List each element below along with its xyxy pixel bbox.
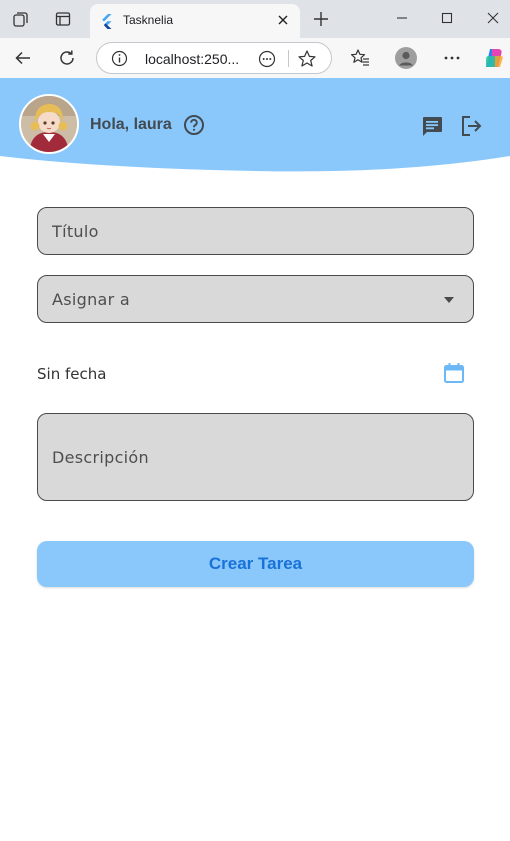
avatar[interactable] [19, 94, 79, 154]
minimize-icon[interactable] [390, 8, 414, 28]
close-window-icon[interactable] [481, 8, 505, 28]
new-tab-icon[interactable] [311, 9, 331, 29]
more-options-icon[interactable] [257, 49, 277, 69]
copilot-icon[interactable] [482, 46, 506, 70]
browser-address-bar: localhost:250... [0, 38, 510, 78]
chat-icon[interactable] [420, 114, 444, 138]
address-field[interactable]: localhost:250... [96, 42, 332, 74]
site-info-icon[interactable] [111, 50, 128, 67]
favorite-star-icon[interactable] [297, 49, 317, 69]
app-header: Hola, laura [0, 78, 510, 174]
tab-title: Tasknelia [123, 13, 174, 27]
description-input[interactable]: Descripción [37, 413, 474, 501]
assign-label: Asignar a [52, 290, 130, 309]
profile-icon[interactable] [394, 46, 418, 70]
workspaces-icon[interactable] [11, 9, 31, 29]
greeting-text: Hola, laura [90, 116, 172, 133]
due-date-text: Sin fecha [37, 365, 107, 383]
calendar-icon[interactable] [442, 361, 466, 385]
maximize-icon[interactable] [435, 8, 459, 28]
browser-tab[interactable]: Tasknelia [90, 4, 300, 38]
help-icon[interactable] [183, 114, 205, 136]
title-input[interactable]: Título [37, 207, 474, 255]
settings-more-icon[interactable] [440, 46, 464, 70]
title-label: Título [52, 222, 99, 241]
create-task-button[interactable]: Crear Tarea [37, 541, 474, 587]
description-label: Descripción [52, 448, 149, 467]
favorites-icon[interactable] [348, 46, 372, 70]
chevron-down-icon [444, 297, 454, 303]
assign-dropdown[interactable]: Asignar a [37, 275, 474, 323]
refresh-icon[interactable] [55, 46, 79, 70]
close-tab-icon[interactable] [274, 11, 292, 29]
logout-icon[interactable] [459, 114, 483, 138]
flutter-favicon [102, 14, 112, 29]
back-icon[interactable] [11, 46, 35, 70]
url-text: localhost:250... [145, 51, 240, 67]
tab-actions-icon[interactable] [53, 9, 73, 29]
omnibox-divider [288, 50, 289, 67]
browser-tab-bar: Tasknelia [0, 0, 510, 38]
